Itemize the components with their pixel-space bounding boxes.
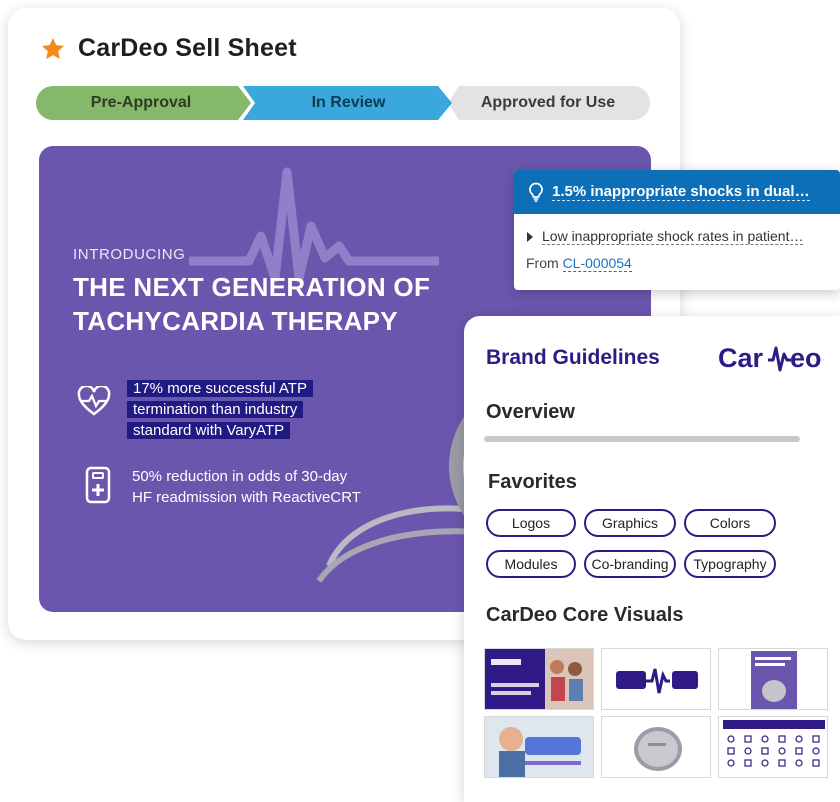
stage-pre-approval[interactable]: Pre-Approval: [36, 86, 246, 120]
sell-sheet-header: CarDeo Sell Sheet: [40, 34, 297, 63]
star-icon[interactable]: [40, 36, 66, 62]
favorites-heading: Favorites: [488, 471, 577, 493]
banner-headline-line1: THE NEXT GENERATION OF: [73, 272, 431, 302]
core-visual-thumb-logo[interactable]: [601, 648, 711, 710]
favorite-chip-colors[interactable]: Colors: [684, 509, 776, 537]
claim-from-label: From: [526, 255, 559, 271]
device-plus-icon: [85, 466, 111, 509]
core-visual-thumb-sell-sheet[interactable]: [718, 648, 828, 710]
benefit-atp-termination: 17% more successful ATP termination than…: [127, 378, 339, 441]
expand-triangle-icon[interactable]: [526, 231, 534, 242]
core-visuals-heading: CarDeo Core Visuals: [486, 604, 684, 626]
claim-body-text[interactable]: Low inappropriate shock rates in patient…: [542, 228, 804, 245]
favorite-chip-logos[interactable]: Logos: [486, 509, 576, 537]
heart-pulse-icon: [77, 384, 111, 421]
stage-in-review[interactable]: In Review: [246, 86, 451, 120]
claim-source-row: From CL-000054: [514, 245, 840, 272]
favorite-chip-modules[interactable]: Modules: [486, 550, 576, 578]
banner-headline-line2: TACHYCARDIA THERAPY: [73, 306, 398, 336]
overview-divider: [484, 436, 800, 442]
favorite-chip-co-branding[interactable]: Co-branding: [584, 550, 676, 578]
core-visual-thumb-device[interactable]: [601, 716, 711, 778]
core-visual-thumb-iconography[interactable]: [718, 716, 828, 778]
claim-popup-header: 1.5% inappropriate shocks in dual…: [514, 170, 840, 214]
favorite-chip-typography[interactable]: Typography: [684, 550, 776, 578]
banner-intro: INTRODUCING: [73, 246, 186, 263]
brand-guidelines-title: Brand Guidelines: [486, 346, 660, 369]
claim-popup[interactable]: 1.5% inappropriate shocks in dual… Low i…: [514, 170, 840, 290]
cardeo-logo: Car eo: [718, 343, 822, 373]
claim-detail-row[interactable]: Low inappropriate shock rates in patient…: [514, 214, 840, 245]
claim-title-link[interactable]: 1.5% inappropriate shocks in dual…: [552, 183, 810, 201]
svg-text:Car: Car: [718, 343, 764, 373]
overview-heading[interactable]: Overview: [486, 401, 575, 424]
heartbeat-graphic: [189, 167, 439, 283]
lightbulb-icon: [528, 182, 544, 202]
favorite-chip-graphics[interactable]: Graphics: [584, 509, 676, 537]
brand-guidelines-panel: Brand Guidelines Car eo Overview Favorit…: [464, 316, 840, 802]
page-title: CarDeo Sell Sheet: [78, 34, 297, 62]
banner-headline: THE NEXT GENERATION OF TACHYCARDIA THERA…: [73, 270, 430, 338]
stage-approved-for-use[interactable]: Approved for Use: [446, 86, 650, 120]
core-visual-thumb-photo[interactable]: [484, 716, 594, 778]
core-visual-thumb-brochure[interactable]: [484, 648, 594, 710]
svg-text:eo: eo: [790, 343, 822, 373]
claim-id-link[interactable]: CL-000054: [562, 255, 632, 272]
approval-stage-tracker: Pre-Approval In Review Approved for Use: [36, 86, 650, 120]
